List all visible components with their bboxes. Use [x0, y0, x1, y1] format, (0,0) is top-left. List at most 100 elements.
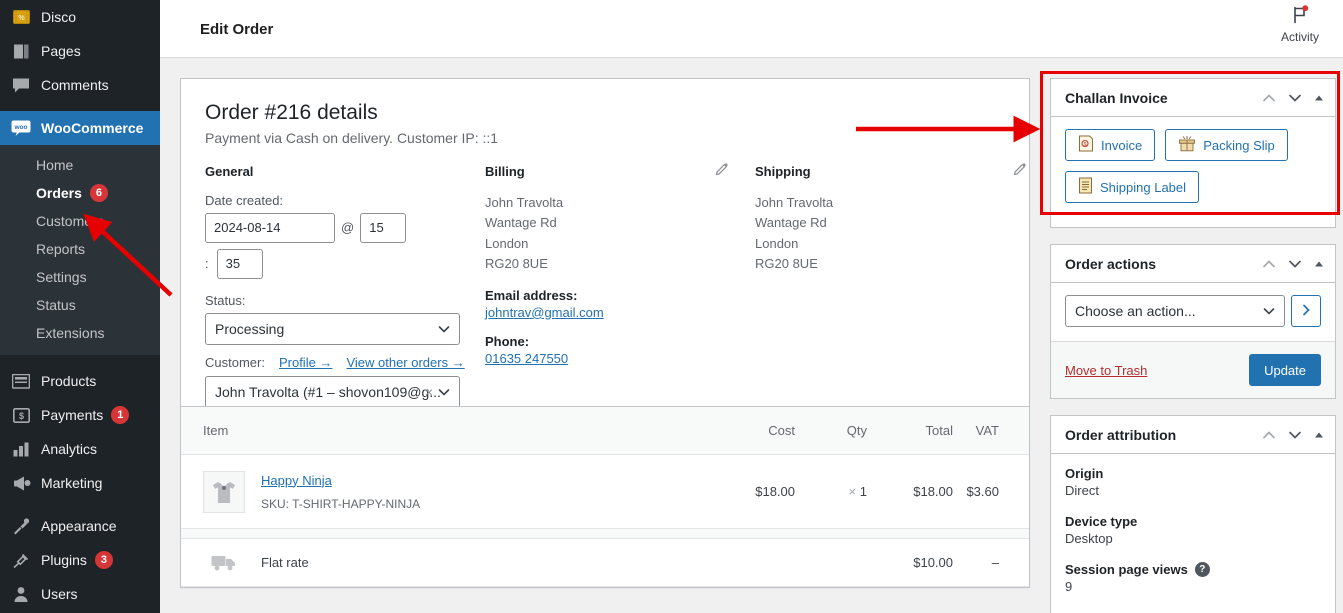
attribution-device-label: Device type: [1065, 514, 1138, 529]
edit-shipping-pencil-icon[interactable]: [1013, 162, 1027, 179]
activity-label: Activity: [1280, 30, 1319, 44]
payments-count-badge: 1: [111, 406, 130, 424]
shipping-truck-icon: [203, 553, 245, 573]
sidebar-item-label: Appearance: [41, 518, 117, 534]
sidebar-item-label: Plugins: [41, 552, 87, 568]
sidebar-item-home[interactable]: Home: [0, 151, 160, 179]
order-action-select-value: Choose an action...: [1075, 303, 1196, 319]
chevron-down-icon: [437, 377, 451, 407]
date-created-input[interactable]: 2024-08-14: [205, 213, 335, 244]
move-up-icon[interactable]: [1261, 90, 1277, 106]
clear-customer-icon[interactable]: ×: [425, 377, 433, 407]
main-content: Order #216 details Payment via Cash on d…: [160, 58, 1343, 613]
label-icon: [1078, 177, 1093, 197]
status-select-value: Processing: [215, 321, 285, 338]
column-header-total: Total: [925, 423, 953, 438]
attribution-pageviews-value: 9: [1065, 579, 1073, 594]
column-header-qty: Qty: [846, 423, 867, 438]
toggle-panel-icon[interactable]: [1313, 429, 1325, 441]
date-created-label: Date created:: [205, 193, 284, 209]
edit-billing-pencil-icon[interactable]: [715, 162, 729, 179]
sidebar-item-comments[interactable]: Comments: [0, 68, 160, 102]
shipping-address-line: John Travolta: [755, 195, 834, 211]
status-label: Status:: [205, 293, 246, 309]
submenu-label: Customers: [36, 213, 104, 229]
analytics-icon: [10, 439, 32, 459]
orders-count-badge: 6: [89, 184, 108, 202]
toggle-panel-icon[interactable]: [1313, 258, 1325, 270]
row-vat: –: [991, 555, 999, 570]
apply-action-button[interactable]: [1291, 295, 1321, 327]
invoice-button[interactable]: $ Invoice: [1065, 129, 1156, 161]
challan-invoice-body: $ Invoice Packing Slip Shipping Label: [1051, 117, 1335, 227]
sidebar-item-settings[interactable]: Settings: [0, 263, 160, 291]
sidebar-item-orders[interactable]: Orders 6: [0, 179, 160, 207]
order-action-select[interactable]: Choose an action...: [1065, 295, 1285, 327]
shipping-address-line: Wantage Rd: [755, 215, 827, 231]
help-icon[interactable]: ?: [1194, 562, 1210, 577]
sidebar-item-label: Analytics: [41, 441, 98, 457]
sidebar-item-disco[interactable]: % Disco: [0, 0, 160, 34]
product-name-link[interactable]: Happy Ninja: [261, 473, 332, 488]
toggle-panel-icon[interactable]: [1313, 92, 1325, 104]
svg-text:$: $: [1084, 142, 1087, 148]
sidebar-item-plugins[interactable]: Plugins 3: [0, 543, 160, 577]
table-row[interactable]: Flat rate $10.00 –: [181, 539, 1029, 587]
status-select[interactable]: Processing: [205, 313, 460, 346]
sidebar-item-status[interactable]: Status: [0, 291, 160, 319]
attribution-pageviews-label-row: Session page views ?: [1065, 562, 1321, 577]
items-section-divider: [181, 529, 1029, 539]
sidebar-item-customers[interactable]: Customers: [0, 207, 160, 235]
shipping-heading: Shipping: [755, 164, 811, 180]
activity-flag-icon: [1289, 5, 1311, 29]
order-actions-body: Choose an action...: [1051, 283, 1335, 341]
billing-phone-link[interactable]: 01635 247550: [485, 351, 755, 366]
update-button[interactable]: Update: [1249, 354, 1321, 386]
column-header-vat: VAT: [975, 423, 999, 438]
sidebar-item-payments[interactable]: $ Payments 1: [0, 398, 160, 432]
svg-text:%: %: [18, 15, 24, 22]
sidebar-item-users[interactable]: Users: [0, 577, 160, 611]
qty-multiply-symbol: ×: [848, 484, 857, 499]
order-attribution-body: Origin Direct Device type Desktop Sessio…: [1051, 454, 1335, 613]
move-up-icon[interactable]: [1261, 427, 1277, 443]
order-data-panel: Order #216 details Payment via Cash on d…: [180, 78, 1030, 434]
minute-input[interactable]: 35: [216, 249, 263, 280]
panel-title: Order attribution: [1065, 426, 1177, 443]
activity-button[interactable]: Activity: [1269, 4, 1331, 44]
hour-input[interactable]: 15: [360, 213, 407, 244]
menu-divider: [0, 500, 160, 509]
sidebar-item-appearance[interactable]: Appearance: [0, 509, 160, 543]
move-up-icon[interactable]: [1261, 256, 1277, 272]
row-vat: $3.60: [966, 484, 999, 499]
chevron-down-icon: [437, 314, 451, 344]
sidebar-item-reports[interactable]: Reports: [0, 235, 160, 263]
submenu-label: Status: [36, 297, 76, 313]
sidebar-item-extensions[interactable]: Extensions: [0, 319, 160, 347]
view-other-orders-link[interactable]: View other orders →: [346, 355, 464, 370]
order-title: Order #216 details: [205, 101, 378, 124]
move-down-icon[interactable]: [1287, 90, 1303, 106]
move-down-icon[interactable]: [1287, 256, 1303, 272]
move-down-icon[interactable]: [1287, 427, 1303, 443]
package-icon: [1178, 135, 1196, 155]
general-heading: General: [205, 164, 254, 180]
sidebar-item-products[interactable]: Products: [0, 364, 160, 398]
customer-profile-link[interactable]: Profile →: [279, 355, 332, 370]
sidebar-item-woocommerce[interactable]: woo WooCommerce: [0, 111, 160, 145]
shipping-address-line: RG20 8UE: [755, 255, 818, 271]
shipping-label-button[interactable]: Shipping Label: [1065, 171, 1200, 203]
sidebar-item-pages[interactable]: Pages: [0, 34, 160, 68]
sidebar-item-marketing[interactable]: Marketing: [0, 466, 160, 500]
chevron-down-icon: [1262, 296, 1276, 326]
svg-text:$: $: [18, 411, 23, 421]
billing-email-link[interactable]: johntrav@gmail.com: [485, 305, 755, 320]
sidebar-item-analytics[interactable]: Analytics: [0, 432, 160, 466]
order-items-panel: Item Cost Qty Total VAT Happy Ninja SKU:…: [180, 406, 1030, 588]
page-topbar: Edit Order Activity: [160, 0, 1343, 58]
customer-select[interactable]: John Travolta (#1 – shovon109@g... ×: [205, 376, 460, 409]
move-to-trash-link[interactable]: Move to Trash: [1065, 363, 1147, 378]
table-row[interactable]: Happy Ninja SKU: T-SHIRT-HAPPY-NINJA $18…: [181, 455, 1029, 529]
packing-slip-button[interactable]: Packing Slip: [1165, 129, 1288, 161]
qty-value: 1: [859, 484, 867, 499]
